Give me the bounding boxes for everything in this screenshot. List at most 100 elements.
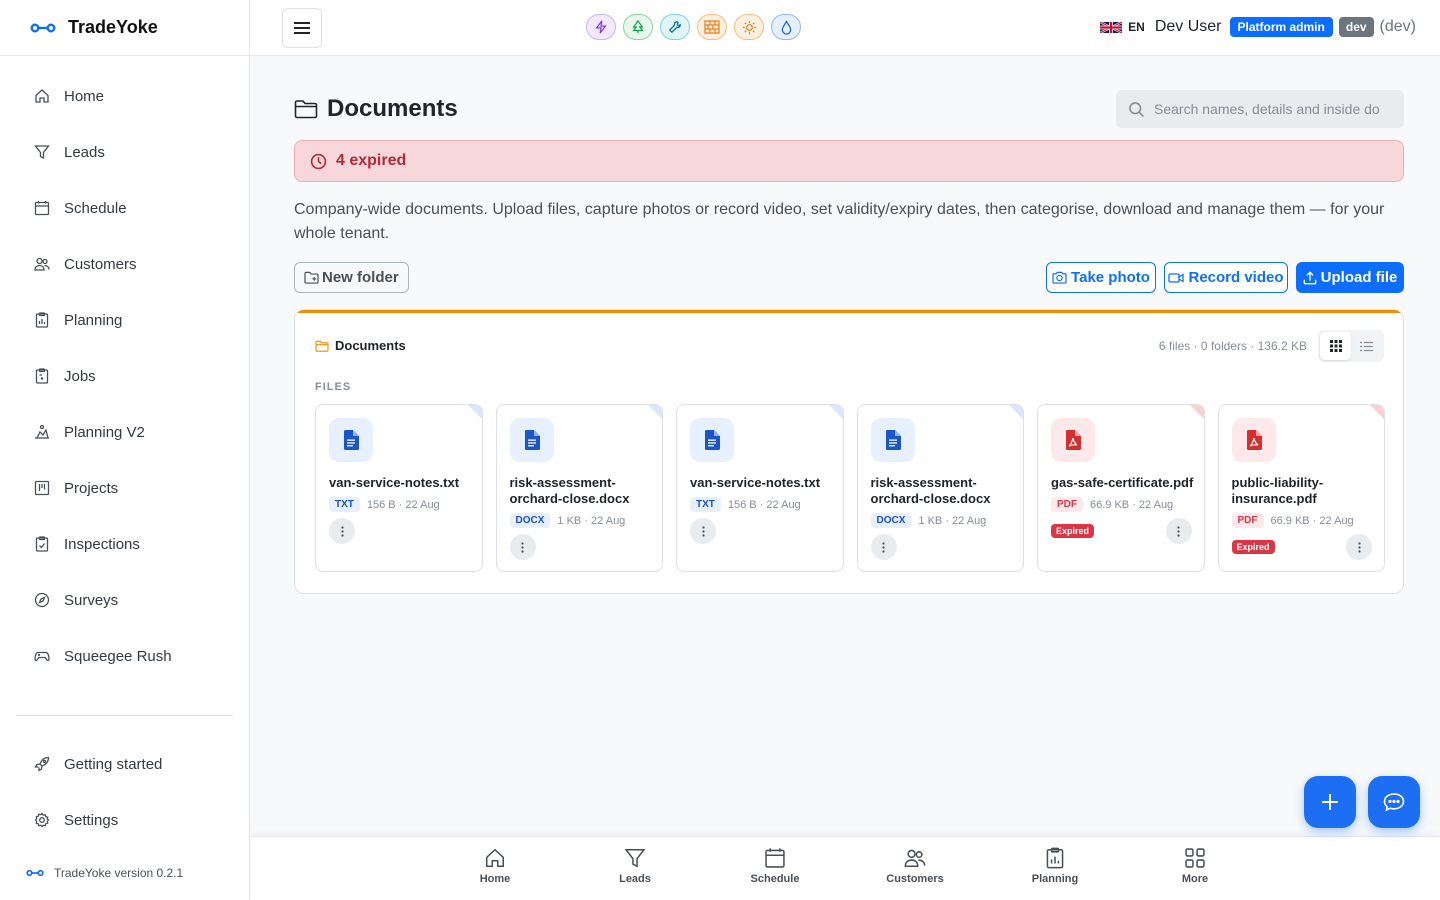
breadcrumb[interactable]: Documents bbox=[315, 338, 406, 353]
user-name[interactable]: Dev User bbox=[1155, 18, 1222, 36]
file-meta: DOCX 1 KB · 22 Aug bbox=[509, 513, 625, 528]
file-size: 66.9 KB bbox=[1090, 498, 1130, 511]
sidebar-item-label: Settings bbox=[64, 811, 119, 829]
file-tile[interactable]: gas-safe-certificate.pdf PDF 66.9 KB · 2… bbox=[1037, 404, 1205, 572]
bottom-nav-planning[interactable]: Planning bbox=[1005, 847, 1105, 885]
sidebar-item-home[interactable]: Home bbox=[16, 74, 234, 118]
more-vertical-icon bbox=[882, 541, 885, 553]
plus-icon bbox=[1322, 794, 1338, 810]
expired-alert[interactable]: 4 expired bbox=[294, 140, 1404, 182]
bottom-nav-schedule[interactable]: Schedule bbox=[725, 847, 825, 885]
quick-link-plumbing[interactable] bbox=[771, 14, 801, 40]
file-meta: PDF 66.9 KB · 22 Aug bbox=[1051, 497, 1173, 512]
compass-icon bbox=[34, 592, 50, 608]
upload-file-button[interactable]: Upload file bbox=[1296, 262, 1404, 293]
file-corner-fold bbox=[467, 405, 482, 419]
sidebar-item-label: Planning bbox=[64, 311, 123, 329]
more-vertical-icon bbox=[701, 525, 705, 537]
logo-icon bbox=[26, 869, 44, 877]
users-icon bbox=[34, 257, 50, 271]
quick-link-solar[interactable] bbox=[734, 14, 764, 40]
file-menu-button[interactable] bbox=[509, 534, 536, 560]
sidebar-item-planning[interactable]: Planning bbox=[16, 298, 234, 342]
gamepad-icon bbox=[34, 651, 50, 662]
file-tile[interactable]: risk-assessment-orchard-close.docx DOCX … bbox=[856, 404, 1024, 572]
bottom-nav-more[interactable]: More bbox=[1145, 847, 1245, 885]
file-tile[interactable]: risk-assessment-orchard-close.docx DOCX … bbox=[495, 404, 663, 572]
sidebar-item-inspections[interactable]: Inspections bbox=[16, 522, 234, 566]
sidebar-item-surveys[interactable]: Surveys bbox=[16, 578, 234, 622]
file-type-badge: TXT bbox=[329, 497, 360, 512]
sidebar-item-label: Planning V2 bbox=[64, 423, 145, 441]
file-tile[interactable]: van-service-notes.txt TXT 156 B · 22 Aug bbox=[676, 404, 844, 572]
file-type-badge: TXT bbox=[690, 497, 721, 512]
file-date: 22 Aug bbox=[405, 498, 440, 511]
role-badge: Platform admin bbox=[1229, 17, 1333, 37]
sidebar-item-projects[interactable]: Projects bbox=[16, 466, 234, 510]
sidebar-item-label: Leads bbox=[64, 143, 105, 161]
file-type-badge: PDF bbox=[1231, 513, 1264, 528]
users-icon bbox=[904, 849, 926, 868]
sidebar-item-jobs[interactable]: Jobs bbox=[16, 354, 234, 398]
sidebar-divider bbox=[16, 715, 233, 716]
sidebar-item-planning-v2[interactable]: Planning V2 bbox=[16, 410, 234, 454]
menu-toggle-button[interactable] bbox=[282, 8, 322, 48]
lightning-icon bbox=[595, 20, 607, 34]
brand[interactable]: TradeYoke bbox=[0, 0, 249, 56]
take-photo-button[interactable]: Take photo bbox=[1046, 262, 1156, 293]
quick-link-electrical[interactable] bbox=[586, 14, 616, 40]
sun-icon bbox=[742, 20, 756, 34]
record-video-button[interactable]: Record video bbox=[1164, 262, 1288, 293]
file-menu-button[interactable] bbox=[690, 518, 716, 544]
file-tile[interactable]: public-liability-insurance.pdf PDF 66.9 … bbox=[1217, 404, 1385, 572]
grid-view-button[interactable] bbox=[1320, 332, 1351, 360]
file-size: 1 KB bbox=[557, 514, 582, 527]
document-icon bbox=[690, 418, 734, 462]
file-name: risk-assessment-orchard-close.docx bbox=[870, 475, 991, 506]
tree-icon bbox=[632, 20, 644, 34]
file-tile[interactable]: van-service-notes.txt TXT 156 B · 22 Aug bbox=[315, 404, 483, 572]
file-size: 156 B bbox=[727, 498, 757, 511]
sidebar-item-label: Squeegee Rush bbox=[64, 647, 172, 665]
sidebar-item-label: Surveys bbox=[64, 591, 119, 609]
sidebar-item-label: Jobs bbox=[64, 367, 96, 385]
file-menu-button[interactable] bbox=[870, 534, 897, 560]
add-fab-button[interactable] bbox=[1304, 776, 1356, 828]
file-menu-button[interactable] bbox=[1346, 534, 1372, 560]
sidebar-item-label: Getting started bbox=[64, 755, 163, 773]
sidebar-item-getting-started[interactable]: Getting started bbox=[16, 742, 234, 786]
expired-count: 4 expired bbox=[336, 152, 407, 169]
wrench-icon bbox=[668, 21, 681, 34]
language-selector[interactable]: EN bbox=[1128, 20, 1145, 34]
quick-link-maintenance[interactable] bbox=[660, 14, 690, 40]
new-folder-button[interactable]: New folder bbox=[294, 262, 409, 293]
search-input[interactable] bbox=[1154, 101, 1379, 117]
trade-quick-links bbox=[586, 14, 801, 40]
quick-link-building[interactable] bbox=[697, 14, 727, 40]
sidebar-item-schedule[interactable]: Schedule bbox=[16, 186, 234, 230]
file-meta: TXT 156 B · 22 Aug bbox=[329, 497, 440, 512]
sidebar-item-label: Home bbox=[64, 87, 105, 105]
page-title: Documents bbox=[294, 95, 458, 123]
quick-link-landscaping[interactable] bbox=[623, 14, 653, 40]
home-icon bbox=[35, 89, 49, 103]
file-menu-button[interactable] bbox=[329, 518, 355, 544]
calendar-icon bbox=[34, 201, 50, 216]
document-icon bbox=[509, 418, 554, 462]
chat-fab-button[interactable] bbox=[1368, 776, 1420, 828]
uk-flag-icon[interactable] bbox=[1100, 20, 1123, 35]
file-menu-button[interactable] bbox=[1165, 518, 1192, 544]
sidebar-item-settings[interactable]: Settings bbox=[16, 798, 234, 842]
list-view-button[interactable] bbox=[1351, 332, 1382, 360]
logo-icon bbox=[30, 23, 56, 33]
bottom-nav-home[interactable]: Home bbox=[445, 847, 545, 885]
sidebar-item-squeegee-rush[interactable]: Squeegee Rush bbox=[16, 634, 234, 678]
sidebar-bottom-nav: Getting started Settings bbox=[16, 742, 234, 854]
video-camera-icon bbox=[1168, 272, 1185, 283]
sidebar-item-customers[interactable]: Customers bbox=[16, 242, 234, 286]
bottom-nav-customers[interactable]: Customers bbox=[865, 847, 965, 885]
bottom-nav-leads[interactable]: Leads bbox=[585, 847, 685, 885]
env-text: (dev) bbox=[1379, 18, 1416, 35]
sidebar-item-leads[interactable]: Leads bbox=[16, 130, 234, 174]
file-name: risk-assessment-orchard-close.docx bbox=[509, 475, 630, 506]
